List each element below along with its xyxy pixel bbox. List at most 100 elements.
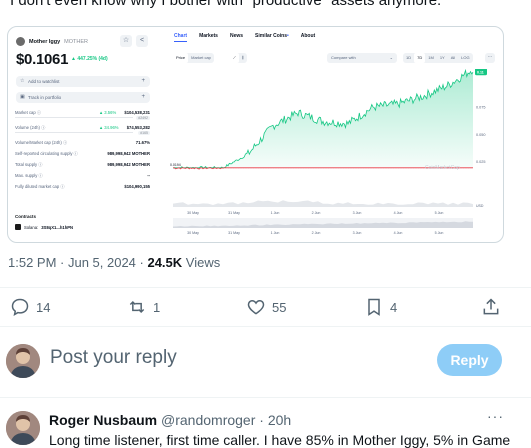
stat-value: $74,553,282 (126, 125, 150, 130)
stat-label: Self-reported circulating supply ⓘ (15, 151, 78, 156)
compare-select[interactable]: Compare with ⌄ (327, 53, 397, 63)
like-action[interactable]: 55 (246, 297, 286, 317)
divider (0, 287, 531, 288)
y-tick-label: 0.025 (476, 160, 486, 164)
reply-time[interactable]: · 20h (259, 412, 291, 428)
reply-text: Long time listener, first time caller. I… (49, 432, 511, 448)
like-count: 55 (272, 299, 287, 315)
reply-action[interactable]: 14 (10, 297, 50, 317)
chart-panel: Chart Markets News Similar Coins• About … (168, 27, 503, 242)
navigator-tick-label: 31 May (228, 231, 240, 235)
views-count: 24.5K (147, 255, 183, 270)
avatar-icon (6, 344, 40, 378)
stat-label: Fully diluted market cap ⓘ (15, 184, 65, 189)
x-tick-label: 2 Jun (312, 211, 321, 215)
portfolio-icon: ▣ (20, 94, 25, 100)
reply-count: 14 (36, 299, 51, 315)
tab-markets[interactable]: Markets (199, 33, 218, 42)
stat-row: Volume (24h) ⓘ ▲ 34.96% $74,553,282 #165 (15, 125, 150, 135)
coin-summary-panel: Mother Iggy MOTHER ☆ < $0.1061 ▲ 447.25%… (8, 27, 163, 242)
retweet-icon (129, 300, 145, 314)
avatar[interactable] (6, 344, 40, 378)
tab-news[interactable]: News (230, 33, 243, 42)
rank-badge: #2492 (136, 116, 150, 120)
contracts-heading: Contracts (15, 214, 37, 219)
chart-tabs: Chart Markets News Similar Coins• About (174, 33, 315, 42)
stat-label: Max. supply ⓘ (15, 173, 43, 178)
retweet-action[interactable]: 1 (127, 297, 160, 317)
coin-logo-icon (16, 37, 25, 46)
chart-controls: Price Market cap ⟋ ⫼ Compare with ⌄ 1D 7D 1M… (173, 53, 495, 64)
share-icon[interactable]: < (136, 35, 148, 47)
stat-value: $104,538,231 (124, 110, 150, 115)
bookmark-action[interactable]: 4 (364, 297, 397, 317)
range-log[interactable]: LOG (458, 53, 472, 63)
line-chart-icon[interactable]: ⟋ (230, 53, 239, 63)
progress-bar (15, 132, 133, 133)
avatar-icon (6, 411, 40, 445)
x-tick-label: 4 Jun (394, 211, 403, 215)
coin-header: Mother Iggy MOTHER (16, 37, 88, 46)
tab-chart[interactable]: Chart (174, 33, 188, 42)
compare-label: Compare with (331, 55, 356, 60)
more-options-icon[interactable]: ··· (485, 53, 495, 63)
y-tick-label: 0.050 (476, 133, 486, 137)
reply-author-name[interactable]: Roger Nusbaum (49, 412, 157, 428)
stat-value: -- (147, 173, 150, 178)
candle-chart-icon[interactable]: ⫼ (239, 53, 247, 63)
progress-bar (15, 117, 133, 118)
x-tick-label: 3 Jun (353, 211, 362, 215)
reply-button[interactable]: Reply (437, 344, 502, 376)
more-icon[interactable]: ··· (487, 408, 504, 424)
toggle-market-cap[interactable]: Market cap (188, 53, 214, 63)
range-1y[interactable]: 1Y (437, 53, 448, 63)
x-tick-label: 30 May (187, 211, 199, 215)
contract-chain: Solana: (24, 224, 39, 230)
chevron-down-icon: ⌄ (389, 55, 393, 60)
contract-row[interactable]: Solana: 3S8qX1...h1hPN (15, 224, 73, 230)
track-portfolio-button[interactable]: ▣ Track in portfolio + (16, 92, 150, 103)
stat-label: Total supply ⓘ (15, 162, 43, 167)
x-tick-label: 31 May (228, 211, 240, 215)
navigator-tick-label: 2 Jun (312, 231, 321, 235)
price-chart[interactable]: 0.075 0.050 0.025 0.0194 0.11 CoinMarketCap US… (168, 69, 502, 239)
share-icon (483, 298, 499, 315)
bookmark-icon (368, 298, 380, 316)
range-7d[interactable]: 7D (414, 53, 426, 63)
tweet-meta: 1:52 PM · Jun 5, 2024 · 24.5K Views (8, 255, 220, 270)
stat-value: $104,990,155 (124, 184, 150, 189)
toggle-price[interactable]: Price (173, 53, 189, 63)
volume-area (173, 200, 473, 207)
tab-similar-label: Similar Coins (255, 33, 287, 39)
up-area (173, 70, 473, 168)
stat-row: Volume/Market cap (24h) ⓘ 71.67% (15, 140, 150, 150)
x-tick-label: 1 Jun (271, 211, 280, 215)
y-tick-label: 0.075 (476, 106, 486, 110)
coin-symbol: MOTHER (64, 38, 89, 45)
range-1d[interactable]: 1D (403, 53, 414, 63)
volume-unit-label: USD (476, 204, 484, 208)
add-to-watchlist-button[interactable]: ☆ Add to watchlist + (16, 76, 150, 87)
star-icon: ☆ (20, 78, 25, 84)
stat-row: Self-reported circulating supply ⓘ 989,99… (15, 151, 150, 161)
stat-value: 989,998,942 MOTHER (107, 162, 150, 167)
media-card[interactable]: Mother Iggy MOTHER ☆ < $0.1061 ▲ 447.25%… (7, 26, 504, 243)
star-icon[interactable]: ☆ (120, 35, 132, 47)
views-label: Views (182, 255, 221, 270)
contract-address: 3S8qX1...h1hPN (41, 224, 74, 230)
range-all[interactable]: All (448, 53, 458, 63)
tab-about[interactable]: About (301, 33, 315, 42)
heart-icon (247, 299, 265, 315)
navigator-tick-label: 4 Jun (394, 231, 403, 235)
tab-similar-coins[interactable]: Similar Coins• (255, 33, 289, 42)
reply-header: Roger Nusbaum @randomroger · 20h (49, 412, 291, 428)
reply-input[interactable]: Post your reply (50, 347, 177, 369)
stat-label: Volume/Market cap (24h) ⓘ (15, 140, 68, 145)
reply-author-handle[interactable]: @randomroger (161, 412, 255, 428)
share-action[interactable] (481, 297, 501, 317)
range-1m[interactable]: 1M (425, 53, 437, 63)
avatar[interactable] (6, 411, 40, 445)
tweet-timestamp[interactable]: 1:52 PM · Jun 5, 2024 · (8, 255, 147, 270)
navigator-tick-label: 1 Jun (271, 231, 280, 235)
solana-icon (15, 224, 21, 230)
